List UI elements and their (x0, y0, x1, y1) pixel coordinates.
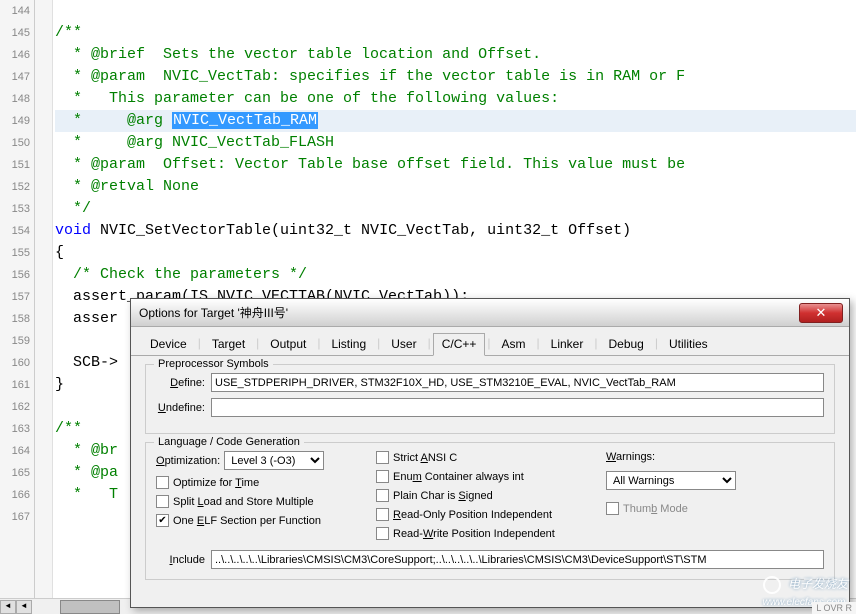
close-button[interactable]: ✕ (799, 303, 843, 323)
line-number: 155 (0, 242, 30, 264)
one-elf-label: One ELF Section per Function (173, 515, 321, 527)
undefine-label: Undefine: (156, 402, 211, 414)
tab-device[interactable]: Device (141, 333, 196, 355)
line-number: 165 (0, 462, 30, 484)
line-number: 153 (0, 198, 30, 220)
scroll-left-arrow[interactable]: ◄ (0, 600, 16, 614)
line-number: 148 (0, 88, 30, 110)
preprocessor-fieldset: Preprocessor Symbols Define: Undefine: (145, 364, 835, 434)
scroll-left-arrow-2[interactable]: ◄ (16, 600, 32, 614)
tab-listing[interactable]: Listing (322, 333, 375, 355)
watermark-logo-icon (763, 576, 781, 594)
tab-output[interactable]: Output (261, 333, 315, 355)
options-dialog: Options for Target '神舟III号' ✕ Device|Tar… (130, 298, 850, 608)
dialog-titlebar[interactable]: Options for Target '神舟III号' ✕ (131, 299, 849, 327)
code-line[interactable]: * @param NVIC_VectTab: specifies if the … (55, 66, 856, 88)
line-number: 149 (0, 110, 30, 132)
dialog-tabs: Device|Target|Output|Listing|User|C/C++|… (131, 327, 849, 356)
status-bar-fragment: L OVR R (812, 602, 856, 614)
tab-utilities[interactable]: Utilities (660, 333, 717, 355)
define-input[interactable] (211, 373, 824, 392)
one-elf-checkbox[interactable]: ✔ (156, 514, 169, 527)
code-line[interactable]: * @param Offset: Vector Table base offse… (55, 154, 856, 176)
line-number-gutter: 1441451461471481491501511521531541551561… (0, 0, 35, 614)
line-number: 157 (0, 286, 30, 308)
code-line[interactable]: * @retval None (55, 176, 856, 198)
tab-debug[interactable]: Debug (599, 333, 652, 355)
line-number: 159 (0, 330, 30, 352)
undefine-input[interactable] (211, 398, 824, 417)
include-input[interactable] (211, 550, 824, 569)
tab-linker[interactable]: Linker (542, 333, 593, 355)
readwrite-pos-checkbox[interactable] (376, 527, 389, 540)
dialog-title: Options for Target '神舟III号' (139, 304, 799, 321)
tab-user[interactable]: User (382, 333, 425, 355)
readonly-pos-label: Read-Only Position Independent (393, 509, 552, 521)
line-number: 154 (0, 220, 30, 242)
language-legend: Language / Code Generation (154, 436, 304, 448)
optimize-time-checkbox[interactable] (156, 476, 169, 489)
strict-ansi-label: Strict ANSI C (393, 452, 457, 464)
code-line[interactable] (55, 0, 856, 22)
preprocessor-legend: Preprocessor Symbols (154, 358, 273, 370)
code-line[interactable]: void NVIC_SetVectorTable(uint32_t NVIC_V… (55, 220, 856, 242)
dialog-body: Preprocessor Symbols Define: Undefine: L… (131, 356, 849, 596)
optimization-label: Optimization: (156, 455, 220, 467)
define-label: Define: (156, 377, 211, 389)
scroll-thumb[interactable] (60, 600, 120, 614)
optimize-time-label: Optimize for Time (173, 477, 259, 489)
line-number: 144 (0, 0, 30, 22)
line-number: 145 (0, 22, 30, 44)
line-number: 146 (0, 44, 30, 66)
split-load-label: Split Load and Store Multiple (173, 496, 314, 508)
line-number: 160 (0, 352, 30, 374)
code-line[interactable]: /** (55, 22, 856, 44)
line-number: 150 (0, 132, 30, 154)
thumb-mode-label: Thumb Mode (623, 503, 688, 515)
line-number: 156 (0, 264, 30, 286)
warnings-select[interactable]: All Warnings (606, 471, 736, 490)
readonly-pos-checkbox[interactable] (376, 508, 389, 521)
readwrite-pos-label: Read-Write Position Independent (393, 528, 555, 540)
line-number: 152 (0, 176, 30, 198)
language-fieldset: Language / Code Generation Optimization:… (145, 442, 835, 580)
code-line[interactable]: * This parameter can be one of the follo… (55, 88, 856, 110)
code-line[interactable]: * @arg NVIC_VectTab_RAM (55, 110, 856, 132)
code-line[interactable]: * @arg NVIC_VectTab_FLASH (55, 132, 856, 154)
line-number: 167 (0, 506, 30, 528)
tab-cc[interactable]: C/C++ (433, 333, 486, 356)
line-number: 164 (0, 440, 30, 462)
tab-asm[interactable]: Asm (493, 333, 535, 355)
optimization-select[interactable]: Level 3 (-O3) (224, 451, 324, 470)
split-load-checkbox[interactable] (156, 495, 169, 508)
plain-char-checkbox[interactable] (376, 489, 389, 502)
tab-target[interactable]: Target (203, 333, 254, 355)
code-line[interactable]: /* Check the parameters */ (55, 264, 856, 286)
line-number: 163 (0, 418, 30, 440)
code-line[interactable]: { (55, 242, 856, 264)
include-label: Include (156, 554, 211, 566)
fold-margin[interactable] (35, 0, 53, 614)
strict-ansi-checkbox[interactable] (376, 451, 389, 464)
line-number: 166 (0, 484, 30, 506)
line-number: 147 (0, 66, 30, 88)
enum-container-checkbox[interactable] (376, 470, 389, 483)
warnings-label: Warnings: (606, 451, 746, 463)
plain-char-label: Plain Char is Signed (393, 490, 493, 502)
line-number: 161 (0, 374, 30, 396)
code-line[interactable]: */ (55, 198, 856, 220)
thumb-mode-checkbox (606, 502, 619, 515)
code-line[interactable]: * @brief Sets the vector table location … (55, 44, 856, 66)
enum-container-label: Enum Container always int (393, 471, 524, 483)
line-number: 151 (0, 154, 30, 176)
line-number: 162 (0, 396, 30, 418)
line-number: 158 (0, 308, 30, 330)
